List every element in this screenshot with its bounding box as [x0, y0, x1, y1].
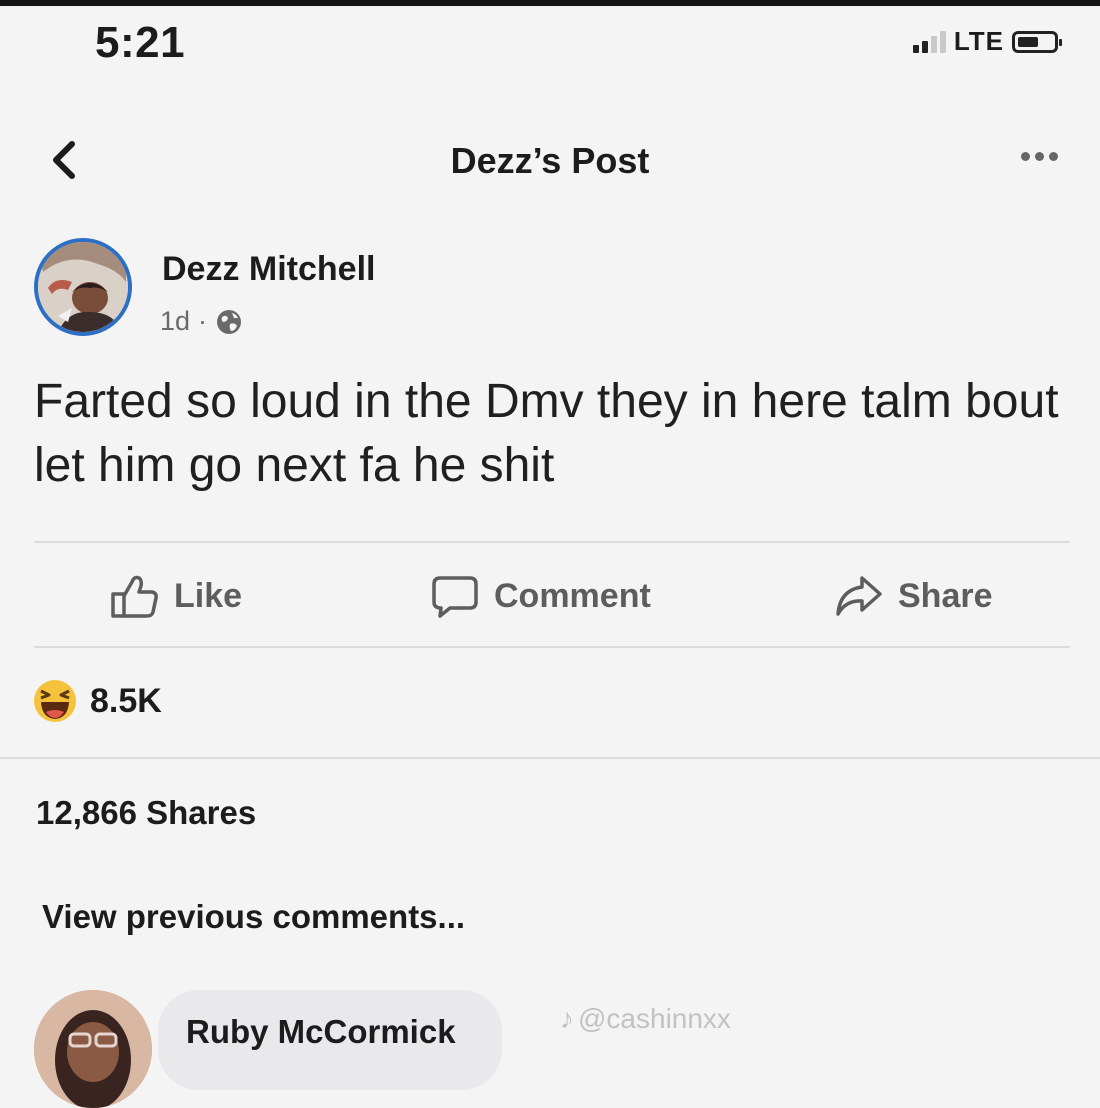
author-name[interactable]: Dezz Mitchell: [162, 250, 375, 289]
comment-button[interactable]: Comment: [430, 572, 651, 620]
avatar-photo: [38, 242, 128, 332]
reaction-summary[interactable]: 8.5K: [32, 678, 162, 724]
commenter-photo: [34, 990, 152, 1108]
commenter-avatar[interactable]: [34, 990, 152, 1108]
page-title: Dezz’s Post: [450, 140, 650, 181]
post-time: 1d: [160, 306, 191, 336]
share-arrow-icon: [836, 576, 882, 616]
comment-label: Comment: [494, 576, 651, 615]
status-indicators: LTE: [912, 26, 1062, 57]
commenter-name[interactable]: Ruby McCormick: [186, 1013, 456, 1051]
signal-icon: [912, 30, 946, 53]
like-button[interactable]: Like: [110, 572, 242, 620]
reaction-count: 8.5K: [90, 681, 162, 720]
divider-reactions: [0, 757, 1100, 759]
like-label: Like: [174, 576, 243, 615]
divider-actions: [34, 646, 1070, 648]
battery-icon: [1012, 30, 1062, 53]
top-edge: [0, 0, 1100, 6]
post-text: Farted so loud in the Dmv they in here t…: [34, 375, 1059, 492]
share-button[interactable]: Share: [834, 572, 993, 620]
divider-top: [34, 541, 1070, 543]
globe-icon: [217, 309, 242, 334]
shares-count[interactable]: 12,866 Shares: [36, 794, 256, 832]
share-label: Share: [898, 576, 993, 615]
comment-icon: [432, 576, 478, 618]
tiktok-icon: ♪: [560, 1003, 574, 1034]
status-time: 5:21: [95, 18, 186, 67]
network-label: LTE: [953, 26, 1004, 56]
thumbs-up-icon: [111, 575, 158, 618]
meta-separator: ·: [198, 306, 208, 336]
watermark-text: @cashinnxx: [578, 1003, 731, 1034]
author-avatar[interactable]: [34, 238, 132, 336]
laughing-face-icon: [34, 680, 76, 722]
post-meta: 1d ·: [160, 306, 243, 337]
more-horizontal-icon[interactable]: [1021, 152, 1058, 161]
view-previous-comments-link[interactable]: View previous comments...: [42, 898, 465, 936]
watermark: ♪ @cashinnxx: [560, 1003, 731, 1035]
